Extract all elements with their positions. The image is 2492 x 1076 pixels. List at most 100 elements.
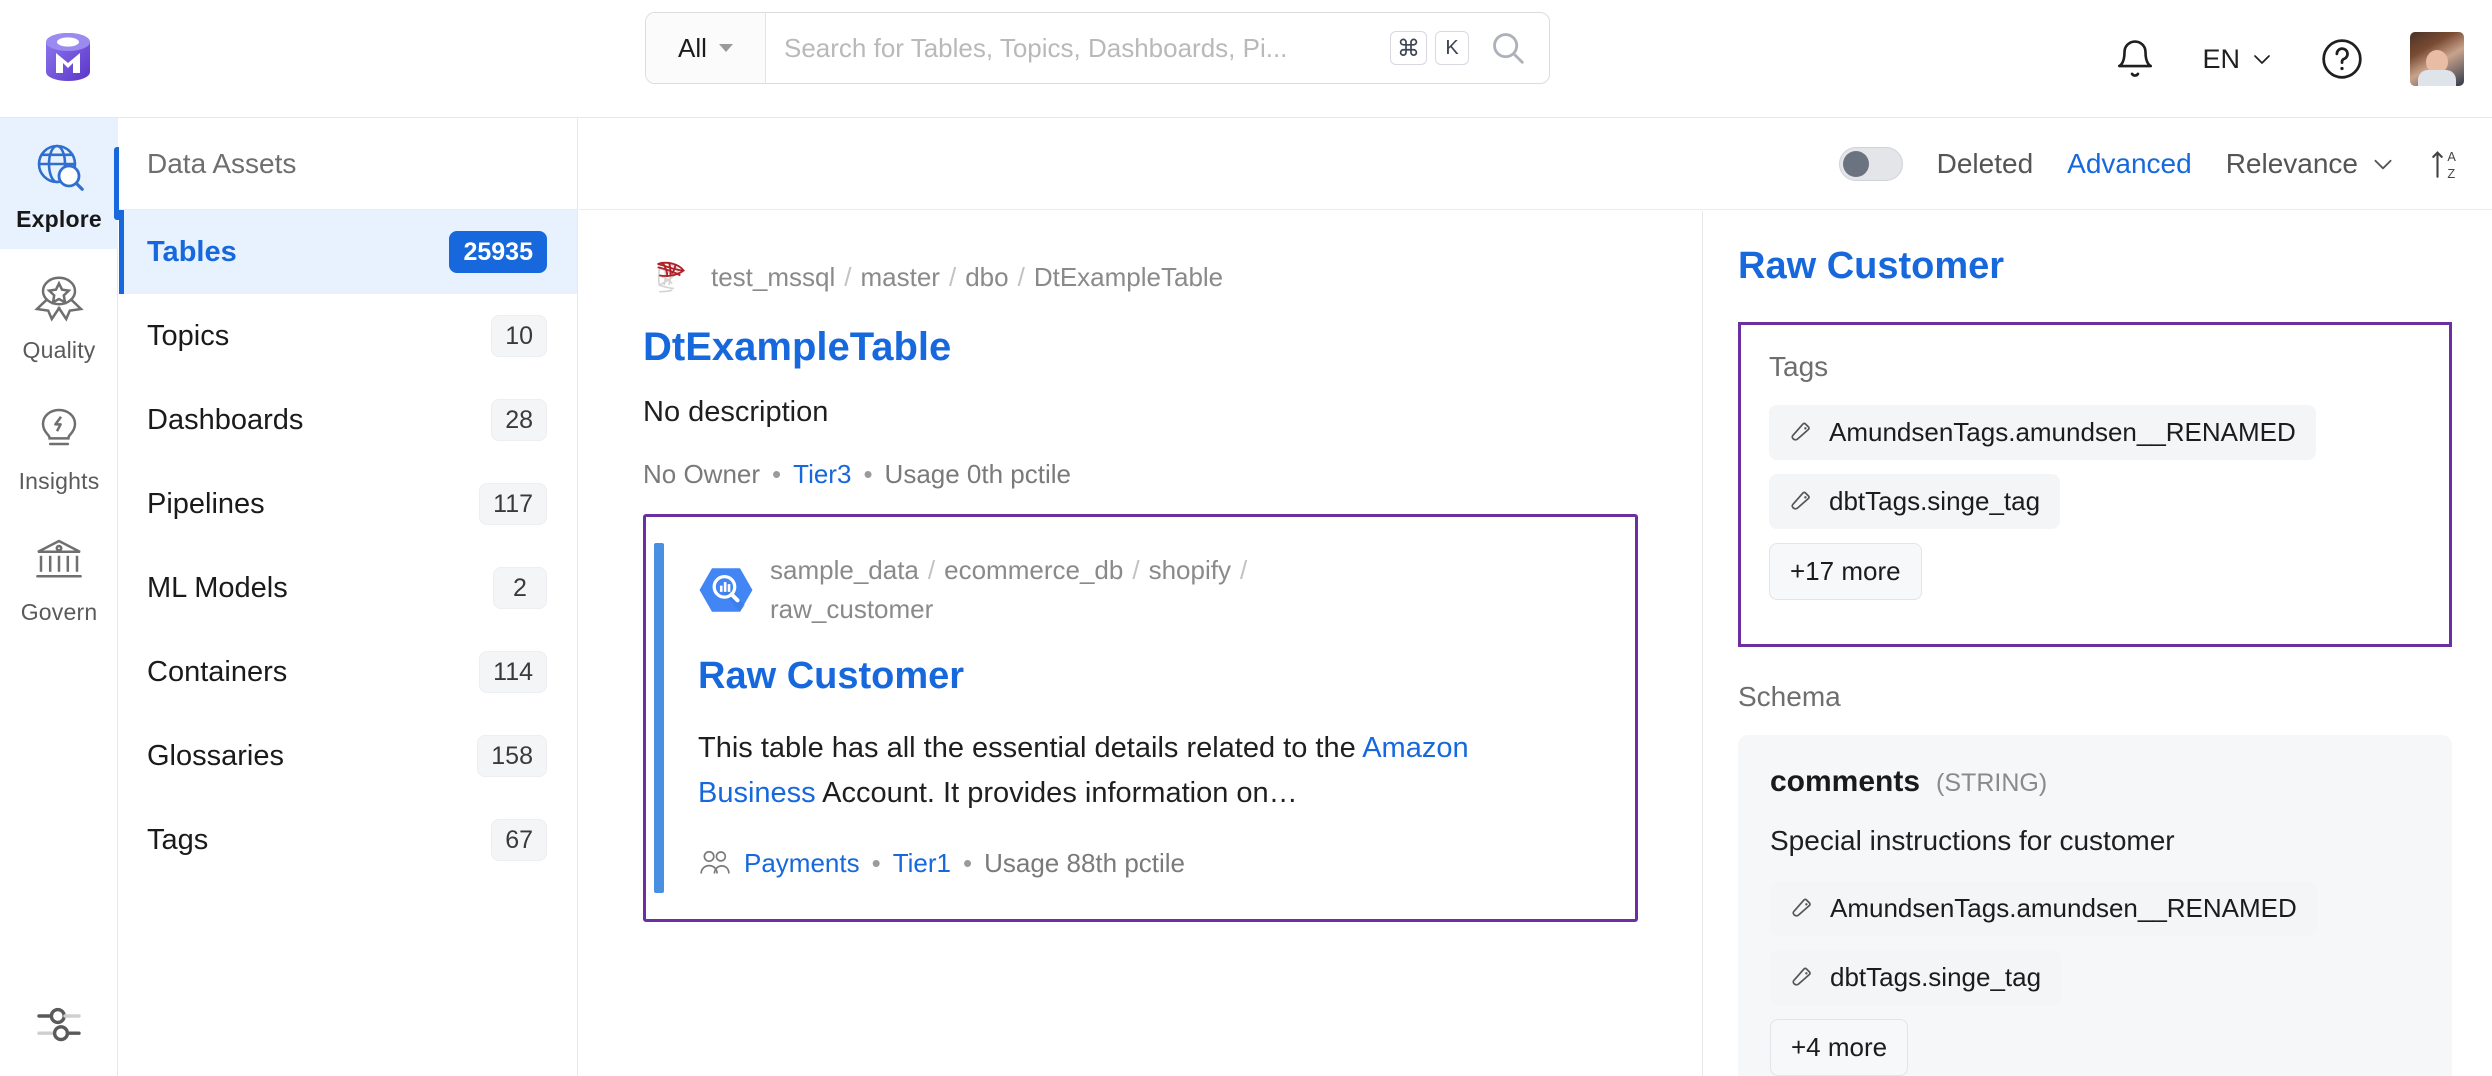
sidebar-item-insights[interactable]: Insights	[0, 380, 118, 511]
asset-filter-count: 158	[477, 735, 547, 777]
result-description: No description	[643, 396, 829, 428]
breadcrumb-item[interactable]: dbo	[965, 262, 1008, 292]
search-category-dropdown[interactable]: All	[646, 13, 766, 83]
chevron-down-icon	[2374, 159, 2392, 169]
user-avatar[interactable]	[2410, 32, 2464, 86]
asset-filter-count: 10	[491, 315, 547, 357]
meta-separator: •	[871, 847, 881, 878]
tier-link[interactable]: Tier1	[893, 848, 951, 879]
entity-summary-panel: Raw Customer Tags AmundsenTags.amundsen_…	[1704, 211, 2492, 1076]
asset-filter-glossaries[interactable]: Glossaries 158	[119, 714, 577, 798]
result-card-raw-customer[interactable]: sample_data / ecommerce_db / shopify / raw_cus…	[643, 514, 1638, 922]
tag-chip[interactable]: AmundsenTags.amundsen__RENAMED	[1769, 405, 2316, 460]
schema-column-name: comments	[1770, 765, 1921, 798]
asset-filter-count: 117	[479, 483, 547, 525]
result-title[interactable]: DtExampleTable	[643, 325, 1638, 370]
breadcrumb-item[interactable]: DtExampleTable	[1034, 262, 1223, 292]
asset-filter-label: Topics	[147, 319, 230, 352]
owner-link[interactable]: Payments	[744, 848, 860, 879]
breadcrumb-item[interactable]: shopify	[1149, 555, 1231, 585]
meta-separator: •	[963, 847, 973, 878]
results-toolbar: Deleted Advanced Relevance A Z	[579, 118, 2492, 210]
asset-filter-count: 28	[491, 399, 547, 441]
asset-filter-label: Tables	[147, 235, 237, 268]
sidebar-item-quality-label: Quality	[22, 337, 96, 363]
chevron-down-icon	[2254, 55, 2270, 64]
tag-icon	[1790, 965, 1816, 991]
asset-filter-containers[interactable]: Containers 114	[119, 630, 577, 714]
breadcrumb-item[interactable]: test_mssql	[711, 262, 835, 292]
search-input[interactable]	[784, 32, 1382, 64]
data-assets-panel: Data Assets Tables 25935 Topics 10 Dashb…	[119, 118, 578, 1076]
tag-chip[interactable]: dbtTags.singe_tag	[1769, 474, 2061, 529]
award-ribbon-icon	[31, 271, 87, 327]
advanced-search-link[interactable]: Advanced	[2067, 148, 2192, 180]
sort-ascending-az-icon[interactable]: A Z	[2430, 147, 2462, 181]
team-group-icon	[698, 848, 732, 878]
sidebar-item-govern[interactable]: Govern	[0, 511, 118, 642]
asset-filter-pipelines[interactable]: Pipelines 117	[119, 462, 577, 546]
tag-label: dbtTags.singe_tag	[1830, 962, 2042, 992]
asset-filter-dashboards[interactable]: Dashboards 28	[119, 378, 577, 462]
result-description: This table has all the essential details…	[698, 726, 1488, 816]
search-input-wrapper: ⌘ K	[766, 13, 1549, 83]
asset-filter-count: 25935	[449, 231, 547, 273]
schema-column-description: Special instructions for customer	[1770, 825, 2175, 856]
breadcrumb-trail: sample_data / ecommerce_db / shopify / raw_cus…	[770, 555, 1248, 624]
tags-more-button[interactable]: +17 more	[1769, 543, 1922, 600]
breadcrumb: test_mssql / master / dbo / DtExampleTable	[643, 251, 1638, 303]
sidebar-item-explore[interactable]: Explore	[0, 118, 119, 249]
tag-chip[interactable]: dbtTags.singe_tag	[1770, 950, 2062, 1005]
language-selector[interactable]: EN	[2202, 44, 2274, 75]
asset-filter-tables[interactable]: Tables 25935	[119, 210, 577, 294]
svg-text:Z: Z	[2447, 166, 2455, 181]
openmetadata-logo[interactable]	[32, 22, 104, 94]
schema-tags-more-button[interactable]: +4 more	[1770, 1019, 1909, 1076]
left-nav-rail: Explore Quality Insights Govern	[0, 118, 119, 1076]
help-circle-icon[interactable]	[2320, 37, 2364, 81]
tag-icon	[1790, 896, 1816, 922]
breadcrumb-item[interactable]: sample_data	[770, 555, 919, 585]
deleted-label: Deleted	[1936, 147, 2034, 179]
breadcrumb-trail: test_mssql / master / dbo / DtExampleTable	[711, 261, 1224, 292]
asset-filter-ml-models[interactable]: ML Models 2	[119, 546, 577, 630]
global-search-bar[interactable]: All ⌘ K	[645, 12, 1550, 84]
asset-filter-label: Glossaries	[147, 739, 284, 772]
deleted-toggle[interactable]	[1838, 146, 1903, 181]
breadcrumb-item[interactable]: ecommerce_db	[944, 555, 1123, 585]
data-assets-title: Data Assets	[119, 118, 577, 210]
asset-filter-tags[interactable]: Tags 67	[119, 798, 577, 882]
tier-link[interactable]: Tier3	[793, 459, 851, 490]
result-meta: No Owner • Tier3 • Usage 0th pctile	[643, 459, 1638, 490]
breadcrumb-item[interactable]: master	[861, 262, 940, 292]
result-title[interactable]: Raw Customer	[698, 655, 1595, 698]
usage-label: Usage 88th pctile	[984, 847, 1186, 878]
sort-by-dropdown[interactable]: Relevance	[2226, 148, 2396, 180]
tag-label: dbtTags.singe_tag	[1829, 486, 2041, 516]
sidebar-item-insights-label: Insights	[18, 468, 100, 494]
language-label: EN	[2202, 43, 2240, 74]
bank-institution-icon	[31, 533, 87, 589]
meta-separator: •	[772, 459, 782, 489]
asset-filter-topics[interactable]: Topics 10	[119, 294, 577, 378]
settings-sliders-icon[interactable]	[0, 1002, 118, 1046]
result-meta: Payments • Tier1 • Usage 88th pctile	[698, 848, 1595, 879]
asset-filter-count: 2	[493, 567, 547, 609]
schema-column-type: (STRING)	[1936, 769, 2048, 797]
tag-chip[interactable]: AmundsenTags.amundsen__RENAMED	[1770, 881, 2317, 936]
sort-by-label: Relevance	[2225, 147, 2358, 179]
chevron-down-icon	[718, 44, 733, 52]
result-card-dtexampletable[interactable]: test_mssql / master / dbo / DtExampleTable DtE…	[579, 211, 1702, 490]
bell-icon[interactable]	[2114, 38, 2156, 80]
sidebar-item-quality[interactable]: Quality	[0, 249, 118, 380]
schema-label: Schema	[1738, 681, 1841, 712]
app-root: All ⌘ K EN	[0, 0, 2492, 1076]
mssql-icon	[643, 251, 695, 303]
bigquery-icon	[698, 562, 754, 618]
summary-title[interactable]: Raw Customer	[1738, 245, 2452, 288]
header-actions: EN	[2114, 0, 2464, 118]
tag-icon	[1789, 420, 1815, 446]
search-icon[interactable]	[1489, 29, 1527, 67]
breadcrumb-item[interactable]: raw_customer	[770, 594, 933, 624]
tag-label: AmundsenTags.amundsen__RENAMED	[1830, 893, 2297, 923]
